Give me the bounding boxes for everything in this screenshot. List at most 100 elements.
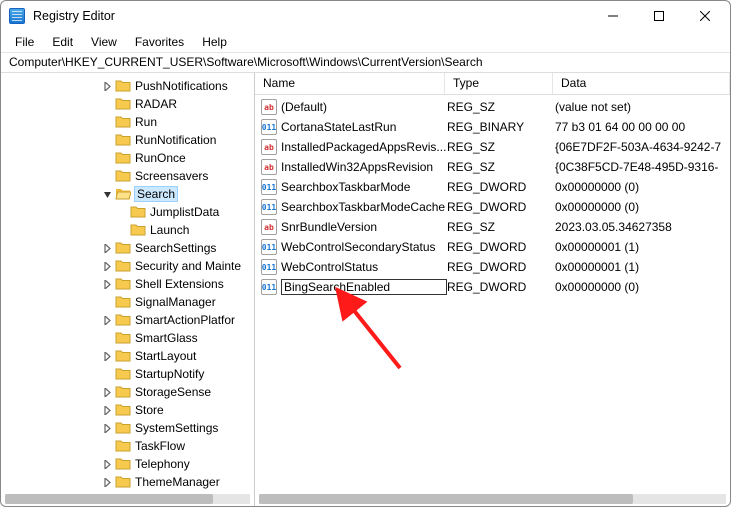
column-header-type[interactable]: Type — [445, 73, 553, 94]
tree-item-label: Screensavers — [135, 169, 208, 183]
folder-icon — [115, 312, 135, 329]
expander-placeholder — [101, 368, 113, 380]
registry-tree[interactable]: PushNotifications RADAR RunRunNotification… — [1, 77, 254, 492]
value-data: 0x00000001 (1) — [555, 260, 730, 274]
tree-item[interactable]: SystemSettings — [11, 419, 254, 437]
address-bar[interactable]: Computer\HKEY_CURRENT_USER\Software\Micr… — [1, 53, 730, 73]
value-row[interactable]: abInstalledWin32AppsRevisionREG_SZ{0C38F… — [255, 157, 730, 177]
minimize-button[interactable] — [590, 1, 636, 31]
value-row[interactable]: 011SearchboxTaskbarModeREG_DWORD0x000000… — [255, 177, 730, 197]
chevron-right-icon[interactable] — [101, 80, 113, 92]
tree-item[interactable]: StartupNotify — [11, 365, 254, 383]
tree-item[interactable]: Launch — [11, 221, 254, 239]
tree-item[interactable]: Run — [11, 113, 254, 131]
value-name[interactable]: BingSearchEnabled — [281, 279, 447, 295]
menu-help[interactable]: Help — [194, 33, 235, 51]
tree-item[interactable]: StartLayout — [11, 347, 254, 365]
tree-item[interactable]: RunOnce — [11, 149, 254, 167]
tree-item[interactable]: PushNotifications — [11, 77, 254, 95]
tree-item[interactable]: ThemeManager — [11, 473, 254, 491]
chevron-right-icon[interactable] — [101, 386, 113, 398]
tree-item[interactable]: RunNotification — [11, 131, 254, 149]
chevron-right-icon[interactable] — [101, 476, 113, 488]
value-type: REG_DWORD — [447, 180, 555, 194]
list-pane: Name Type Data ab(Default)REG_SZ(value n… — [255, 73, 730, 506]
value-row[interactable]: abInstalledPackagedAppsRevis...REG_SZ{06… — [255, 137, 730, 157]
tree-item[interactable]: TaskFlow — [11, 437, 254, 455]
value-row[interactable]: 011SearchboxTaskbarModeCacheREG_DWORD0x0… — [255, 197, 730, 217]
menu-favorites[interactable]: Favorites — [127, 33, 192, 51]
value-list[interactable]: ab(Default)REG_SZ(value not set)011Corta… — [255, 95, 730, 297]
tree-item-label: Telephony — [135, 457, 190, 471]
expander-placeholder — [101, 152, 113, 164]
value-row[interactable]: 011WebControlSecondaryStatusREG_DWORD0x0… — [255, 237, 730, 257]
chevron-right-icon[interactable] — [101, 404, 113, 416]
tree-item[interactable]: Shell Extensions — [11, 275, 254, 293]
tree-item[interactable]: StorageSense — [11, 383, 254, 401]
column-header-data[interactable]: Data — [553, 73, 730, 94]
value-row[interactable]: 011BingSearchEnabledREG_DWORD0x00000000 … — [255, 277, 730, 297]
folder-icon — [115, 402, 135, 419]
tree-item[interactable]: RADAR — [11, 95, 254, 113]
value-data: 2023.03.05.34627358 — [555, 220, 730, 234]
chevron-right-icon[interactable] — [101, 314, 113, 326]
close-button[interactable] — [682, 1, 728, 31]
folder-icon — [115, 384, 135, 401]
value-data: 0x00000000 (0) — [555, 200, 730, 214]
menu-file[interactable]: File — [7, 33, 42, 51]
tree-horizontal-scrollbar[interactable] — [5, 494, 250, 504]
tree-item-label: RADAR — [135, 97, 177, 111]
tree-item-label: SmartGlass — [135, 331, 198, 345]
title-bar: Registry Editor — [1, 1, 730, 31]
string-value-icon: ab — [261, 99, 277, 115]
folder-icon — [115, 438, 135, 455]
column-header-name[interactable]: Name — [255, 73, 445, 94]
value-name: WebControlStatus — [281, 260, 447, 274]
value-row[interactable]: ab(Default)REG_SZ(value not set) — [255, 97, 730, 117]
value-data: 0x00000000 (0) — [555, 280, 730, 294]
expander-placeholder — [101, 116, 113, 128]
chevron-right-icon[interactable] — [101, 260, 113, 272]
folder-icon — [115, 456, 135, 473]
value-row[interactable]: 011CortanaStateLastRunREG_BINARY77 b3 01… — [255, 117, 730, 137]
expander-placeholder — [101, 296, 113, 308]
tree-item-label: Launch — [150, 223, 189, 237]
value-name: InstalledPackagedAppsRevis... — [281, 140, 447, 154]
maximize-button[interactable] — [636, 1, 682, 31]
window-title: Registry Editor — [33, 9, 115, 23]
tree-item[interactable]: Search — [11, 185, 254, 203]
tree-item[interactable]: JumplistData — [11, 203, 254, 221]
value-row[interactable]: 011WebControlStatusREG_DWORD0x00000001 (… — [255, 257, 730, 277]
tree-item[interactable]: Store — [11, 401, 254, 419]
tree-item[interactable]: SmartActionPlatfor — [11, 311, 254, 329]
tree-item[interactable]: Screensavers — [11, 167, 254, 185]
value-row[interactable]: abSnrBundleVersionREG_SZ2023.03.05.34627… — [255, 217, 730, 237]
expander-placeholder — [116, 206, 128, 218]
chevron-down-icon[interactable] — [101, 188, 113, 200]
list-header: Name Type Data — [255, 73, 730, 95]
tree-item[interactable]: Telephony — [11, 455, 254, 473]
value-data: {06E7DF2F-503A-4634-9242-7 — [555, 140, 730, 154]
menu-view[interactable]: View — [83, 33, 125, 51]
chevron-right-icon[interactable] — [101, 278, 113, 290]
tree-item[interactable]: Security and Mainte — [11, 257, 254, 275]
app-icon — [9, 8, 25, 24]
value-name: SnrBundleVersion — [281, 220, 447, 234]
menu-edit[interactable]: Edit — [44, 33, 81, 51]
folder-icon — [115, 114, 135, 131]
tree-item-label: Store — [135, 403, 164, 417]
list-horizontal-scrollbar[interactable] — [259, 494, 726, 504]
chevron-right-icon[interactable] — [101, 458, 113, 470]
tree-item-label: SignalManager — [135, 295, 216, 309]
tree-item[interactable]: SearchSettings — [11, 239, 254, 257]
tree-item-label: PushNotifications — [135, 79, 228, 93]
tree-item[interactable]: SmartGlass — [11, 329, 254, 347]
chevron-right-icon[interactable] — [101, 242, 113, 254]
chevron-right-icon[interactable] — [101, 350, 113, 362]
value-data: 0x00000001 (1) — [555, 240, 730, 254]
expander-placeholder — [101, 440, 113, 452]
binary-value-icon: 011 — [261, 279, 277, 295]
tree-item[interactable]: SignalManager — [11, 293, 254, 311]
binary-value-icon: 011 — [261, 239, 277, 255]
chevron-right-icon[interactable] — [101, 422, 113, 434]
